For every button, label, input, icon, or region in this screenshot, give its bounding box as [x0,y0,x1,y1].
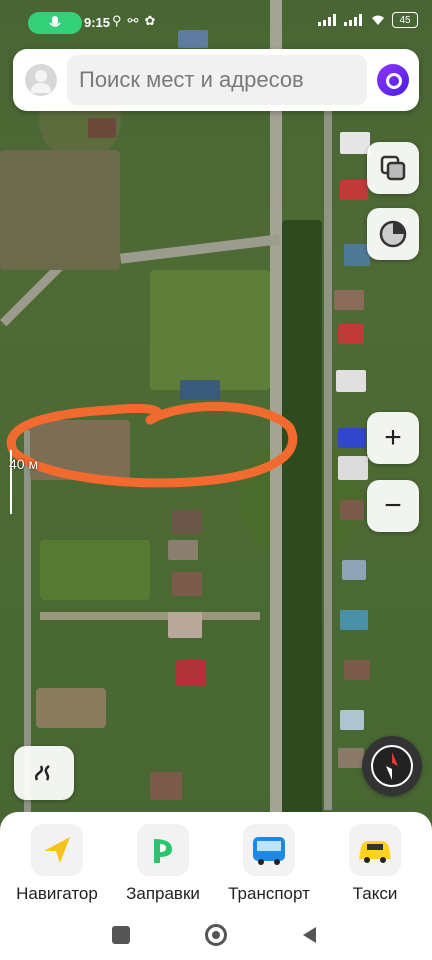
home-button[interactable] [205,924,227,946]
service-navigator[interactable]: Навигатор [12,824,102,904]
alice-assistant-icon[interactable] [377,64,409,96]
route-mode-button[interactable] [367,208,419,260]
service-label: Такси [352,884,398,903]
bus-icon [243,824,295,876]
compass-icon [371,745,413,787]
battery-icon: 45 [392,12,418,28]
layers-icon [380,155,406,181]
route-icon [34,765,50,781]
navigator-arrow-icon [31,824,83,876]
compass-button[interactable] [362,736,422,796]
search-input[interactable] [67,55,367,105]
system-nav-bar [0,920,432,960]
scale-label: 40 м [9,456,39,472]
status-bar: 9:15 ⚲ ⚯ ✿ 45 [0,0,432,40]
mic-indicator [28,12,82,34]
location-icon: ⚲ [112,13,122,28]
recents-button[interactable] [112,926,130,944]
back-button[interactable] [300,925,318,945]
zoom-in-button[interactable]: + [367,412,419,464]
signal-icon [318,14,336,26]
microphone-icon [49,16,61,27]
routes-button[interactable] [14,746,74,800]
search-bar [13,49,419,111]
service-taxi[interactable]: Такси [330,824,420,904]
service-label: Транспорт [228,884,310,903]
service-fuel[interactable]: Заправки [118,824,208,904]
service-label: Заправки [126,884,200,903]
voicemail-icon: ⚯ [127,13,139,28]
layers-button[interactable] [367,142,419,194]
taxi-icon [349,824,401,876]
signal-icon-2 [344,14,362,26]
app-notification-icon: ✿ [144,13,156,28]
service-label: Навигатор [16,884,98,903]
zoom-out-button[interactable]: − [367,480,419,532]
profile-avatar[interactable] [25,64,57,96]
compass-arc-icon [379,220,407,248]
fuel-icon [137,824,189,876]
wifi-icon [372,15,384,25]
clock: 9:15 [84,15,111,30]
service-transport[interactable]: Транспорт [224,824,314,904]
